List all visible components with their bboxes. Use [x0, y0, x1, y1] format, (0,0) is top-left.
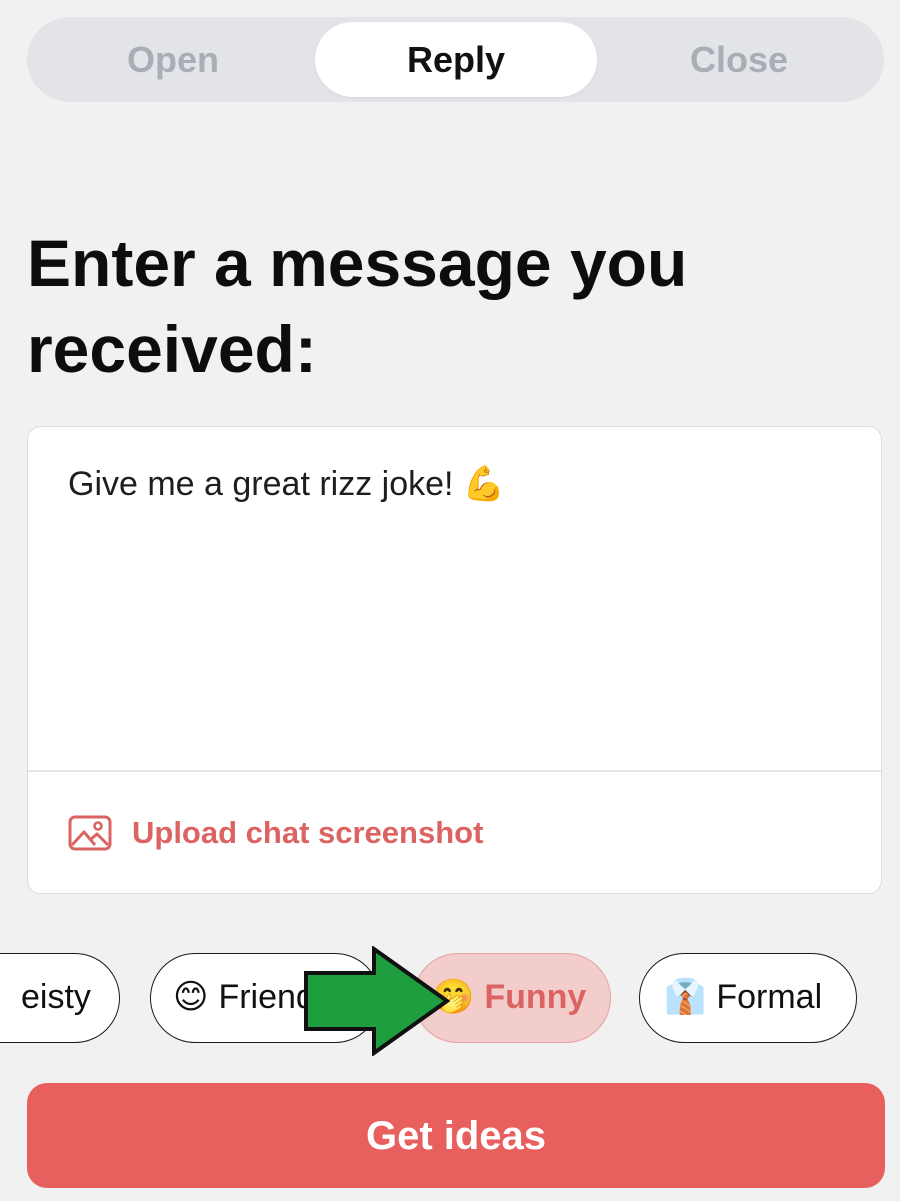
image-icon: [68, 815, 112, 851]
page-title: Enter a message you received:: [27, 226, 688, 386]
mode-tabs: Open Reply Close: [27, 17, 884, 102]
upload-label: Upload chat screenshot: [132, 815, 484, 850]
chip-label: eisty: [21, 978, 91, 1016]
chip-label: Formal: [716, 978, 823, 1016]
chip-label: Funny: [484, 978, 587, 1016]
tab-open[interactable]: Open: [33, 22, 313, 97]
tab-close[interactable]: Close: [599, 22, 879, 97]
smiling-face-icon: 😊: [173, 978, 209, 1016]
tab-reply[interactable]: Reply: [315, 22, 597, 97]
upload-screenshot-button[interactable]: Upload chat screenshot: [68, 811, 483, 855]
card-divider: [28, 770, 881, 772]
pointer-arrow-icon: [304, 946, 451, 1056]
message-card: Give me a great rizz joke! 💪 Upload chat…: [27, 426, 882, 894]
get-ideas-button[interactable]: Get ideas: [27, 1083, 885, 1188]
chip-formal[interactable]: 👔 Formal: [639, 953, 857, 1043]
message-input[interactable]: Give me a great rizz joke! 💪: [68, 461, 505, 507]
chip-feisty[interactable]: eisty: [0, 953, 120, 1043]
necktie-icon: 👔: [664, 978, 707, 1016]
